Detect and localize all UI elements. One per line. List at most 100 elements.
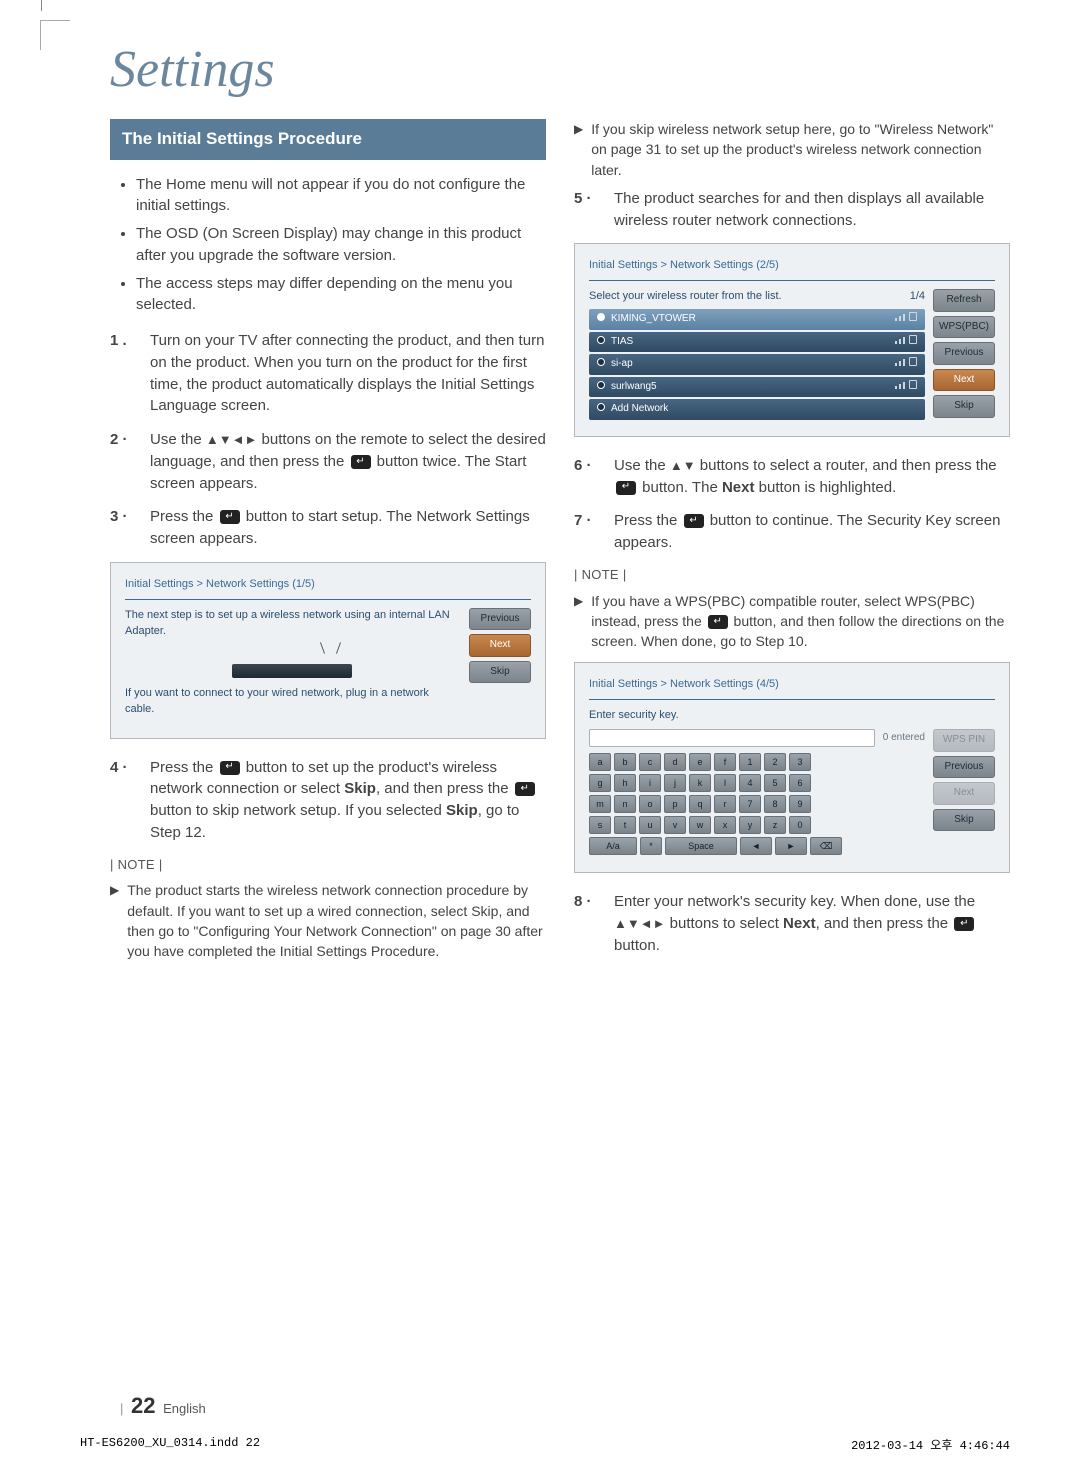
page-title: Settings [110, 40, 1010, 99]
key[interactable]: d [664, 753, 686, 771]
arrow-icons: ▲▼ [670, 458, 696, 473]
step-num: 2 · [110, 429, 138, 494]
key[interactable]: m [589, 795, 611, 813]
router-row[interactable]: KIMING_VTOWER [589, 309, 925, 330]
key-star[interactable]: * [640, 837, 662, 855]
ss-prompt: Select your wireless router from the lis… [589, 289, 782, 305]
key[interactable]: j [664, 774, 686, 792]
key[interactable]: x [714, 816, 736, 834]
key[interactable]: 5 [764, 774, 786, 792]
divider [589, 280, 995, 281]
next-button[interactable]: Next [469, 634, 531, 657]
key[interactable]: 1 [739, 753, 761, 771]
steps-right-3: 8 · Enter your network's security key. W… [574, 891, 1010, 956]
skip-button[interactable]: Skip [469, 661, 531, 684]
key[interactable]: n [614, 795, 636, 813]
step-7: 7 · Press the button to continue. The Se… [574, 510, 1010, 554]
key[interactable]: u [639, 816, 661, 834]
note-text: If you skip wireless network setup here,… [591, 119, 1010, 180]
enter-icon [708, 615, 728, 629]
key[interactable]: 2 [764, 753, 786, 771]
note-item: ▶ The product starts the wireless networ… [110, 880, 546, 961]
refresh-button[interactable]: Refresh [933, 289, 995, 312]
next-button[interactable]: Next [933, 369, 995, 392]
key[interactable]: 0 [789, 816, 811, 834]
key-case[interactable]: A/a [589, 837, 637, 855]
signal-icon [895, 382, 905, 389]
step-text: Use the ▲▼ buttons to select a router, a… [614, 455, 1010, 499]
key[interactable]: f [714, 753, 736, 771]
key[interactable]: t [614, 816, 636, 834]
wpspin-button[interactable]: WPS PIN [933, 729, 995, 752]
key[interactable]: 6 [789, 774, 811, 792]
key[interactable]: q [689, 795, 711, 813]
step-num: 1 . [110, 330, 138, 417]
steps-left: 1 . Turn on your TV after connecting the… [110, 330, 546, 550]
skip-button[interactable]: Skip [933, 395, 995, 418]
skip-button[interactable]: Skip [933, 809, 995, 832]
bullet-item: The OSD (On Screen Display) may change i… [136, 223, 546, 267]
key[interactable]: l [714, 774, 736, 792]
key[interactable]: z [764, 816, 786, 834]
key[interactable]: i [639, 774, 661, 792]
router-row[interactable]: TIAS [589, 332, 925, 353]
key[interactable]: y [739, 816, 761, 834]
key[interactable]: 4 [739, 774, 761, 792]
key[interactable]: c [639, 753, 661, 771]
key-left[interactable]: ◄ [740, 837, 772, 855]
wps-button[interactable]: WPS(PBC) [933, 316, 995, 339]
key[interactable]: 7 [739, 795, 761, 813]
key-right[interactable]: ► [775, 837, 807, 855]
key[interactable]: e [689, 753, 711, 771]
note-label: NOTE [574, 566, 1010, 585]
key[interactable]: v [664, 816, 686, 834]
breadcrumb: Initial Settings > Network Settings (1/5… [125, 577, 531, 593]
enter-icon [954, 917, 974, 931]
step-num: 8 · [574, 891, 602, 956]
step-num: 4 · [110, 757, 138, 844]
key[interactable]: 9 [789, 795, 811, 813]
key-space[interactable]: Space [665, 837, 737, 855]
page-number: | 22 English [120, 1393, 206, 1419]
previous-button[interactable]: Previous [933, 342, 995, 365]
router-row[interactable]: surlwang5 [589, 377, 925, 398]
key[interactable]: a [589, 753, 611, 771]
signal-icon [895, 314, 905, 321]
enter-icon [515, 782, 535, 796]
router-row[interactable]: si-ap [589, 354, 925, 375]
step-text: Turn on your TV after connecting the pro… [150, 330, 546, 417]
key[interactable]: s [589, 816, 611, 834]
step-5: 5 · The product searches for and then di… [574, 188, 1010, 232]
router-row-add[interactable]: Add Network [589, 399, 925, 420]
ss-button-col: WPS PIN Previous Next Skip [933, 729, 995, 858]
key[interactable]: w [689, 816, 711, 834]
key[interactable]: r [714, 795, 736, 813]
key[interactable]: b [614, 753, 636, 771]
step-2: 2 · Use the ▲▼◄► buttons on the remote t… [110, 429, 546, 494]
key[interactable]: 8 [764, 795, 786, 813]
note-item: ▶ If you skip wireless network setup her… [574, 119, 1010, 180]
note-text: The product starts the wireless network … [127, 880, 546, 961]
key-backspace[interactable]: ⌫ [810, 837, 842, 855]
doc-footer: HT-ES6200_XU_0314.indd 22 2012-03-14 오후 … [80, 1436, 1010, 1453]
previous-button[interactable]: Previous [933, 756, 995, 779]
key[interactable]: g [589, 774, 611, 792]
key[interactable]: h [614, 774, 636, 792]
steps-left-2: 4 · Press the button to set up the produ… [110, 757, 546, 844]
previous-button[interactable]: Previous [469, 608, 531, 631]
lock-icon [909, 357, 917, 366]
intro-bullets: The Home menu will not appear if you do … [110, 174, 546, 317]
key[interactable]: k [689, 774, 711, 792]
breadcrumb: Initial Settings > Network Settings (2/5… [589, 258, 995, 274]
key[interactable]: 3 [789, 753, 811, 771]
enter-icon [616, 481, 636, 495]
left-column: The Initial Settings Procedure The Home … [110, 119, 546, 970]
key[interactable]: o [639, 795, 661, 813]
divider [589, 699, 995, 700]
bullet-item: The Home menu will not appear if you do … [136, 174, 546, 218]
next-button[interactable]: Next [933, 782, 995, 805]
security-key-input[interactable] [589, 729, 875, 747]
ss-text: The next step is to set up a wireless ne… [125, 608, 459, 640]
key[interactable]: p [664, 795, 686, 813]
screenshot-network-4-5: Initial Settings > Network Settings (4/5… [574, 662, 1010, 874]
